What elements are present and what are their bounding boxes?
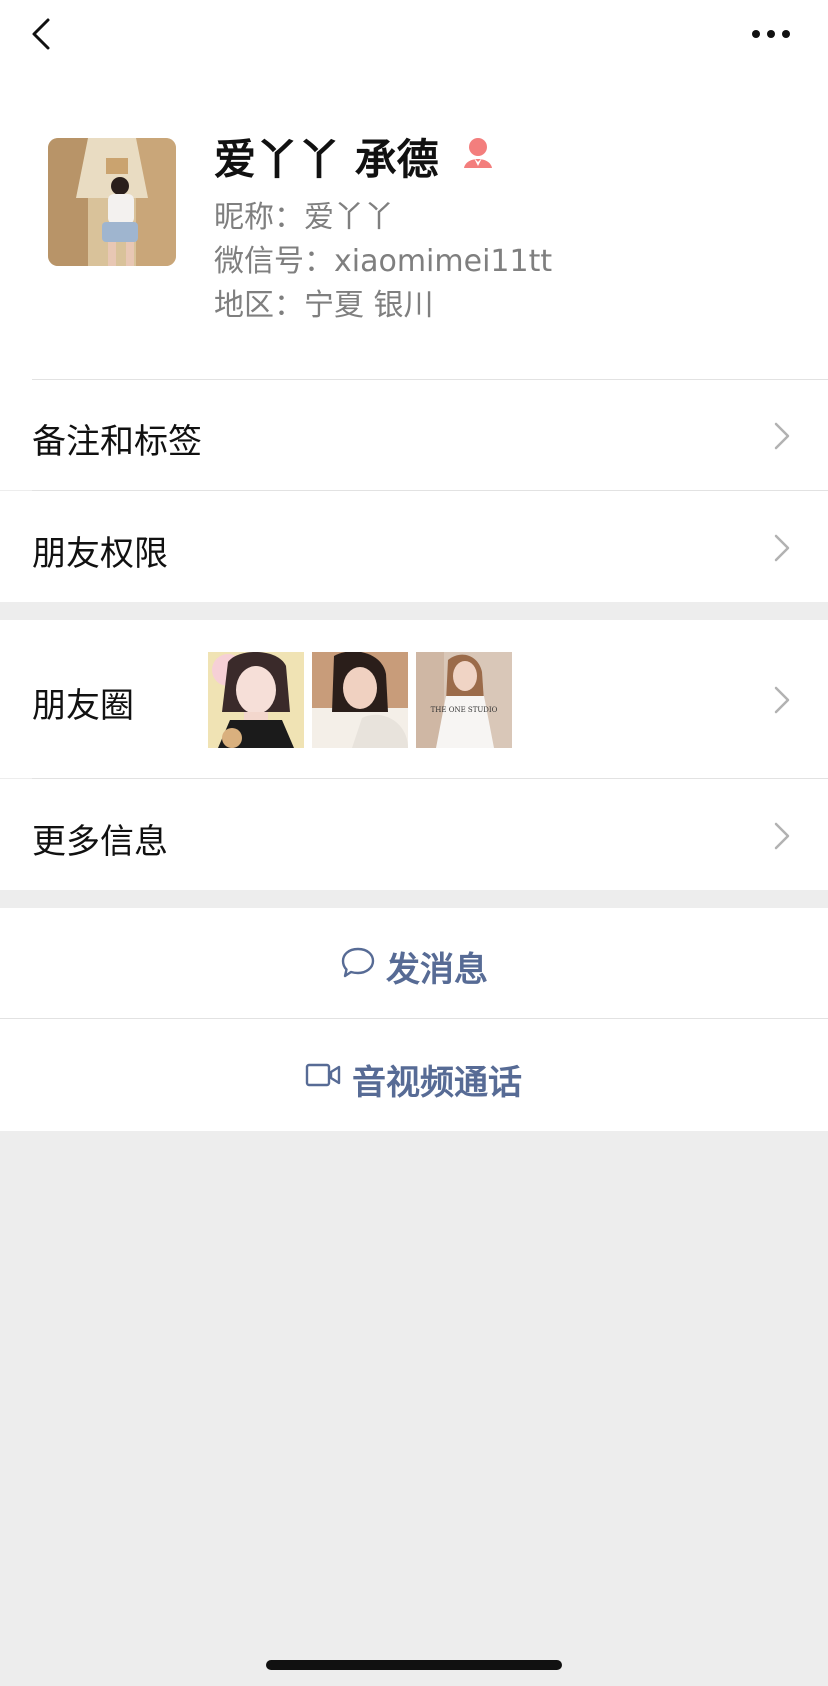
display-name: 爱丫丫 承德 [214, 135, 439, 184]
chevron-right-icon [774, 534, 790, 562]
chat-bubble-icon [341, 947, 375, 978]
send-message-label: 发消息 [386, 950, 488, 990]
remarks-label: 备注和标签 [32, 422, 202, 462]
more-info-label: 更多信息 [32, 822, 168, 862]
video-call-label: 音视频通话 [352, 1063, 522, 1103]
wechat-id-text[interactable]: 微信号：xiaomimei11tt [214, 236, 552, 280]
avatar-photo [48, 138, 176, 266]
chevron-left-icon [32, 18, 50, 50]
back-button[interactable] [26, 16, 66, 66]
more-dots-icon [752, 30, 790, 38]
moments-photo-1 [208, 652, 304, 748]
chevron-right-icon [774, 822, 790, 850]
nickname-text: 昵称：爱丫丫 [214, 200, 394, 235]
photo-watermark: THE ONE STUDIO [431, 706, 498, 714]
video-camera-icon [305, 1063, 341, 1087]
moments-label: 朋友圈 [32, 686, 134, 726]
permissions-label: 朋友权限 [32, 534, 168, 574]
moments-photo-3: THE ONE STUDIO [416, 652, 512, 748]
region-text: 地区：宁夏 银川 [214, 288, 434, 323]
home-indicator [266, 1660, 562, 1670]
female-icon [462, 136, 494, 170]
navigation-bar [0, 0, 828, 94]
chevron-right-icon [774, 686, 790, 714]
moments-photo-2 [312, 652, 408, 748]
avatar[interactable] [48, 138, 176, 266]
chevron-right-icon [774, 422, 790, 450]
more-button[interactable] [748, 22, 798, 46]
